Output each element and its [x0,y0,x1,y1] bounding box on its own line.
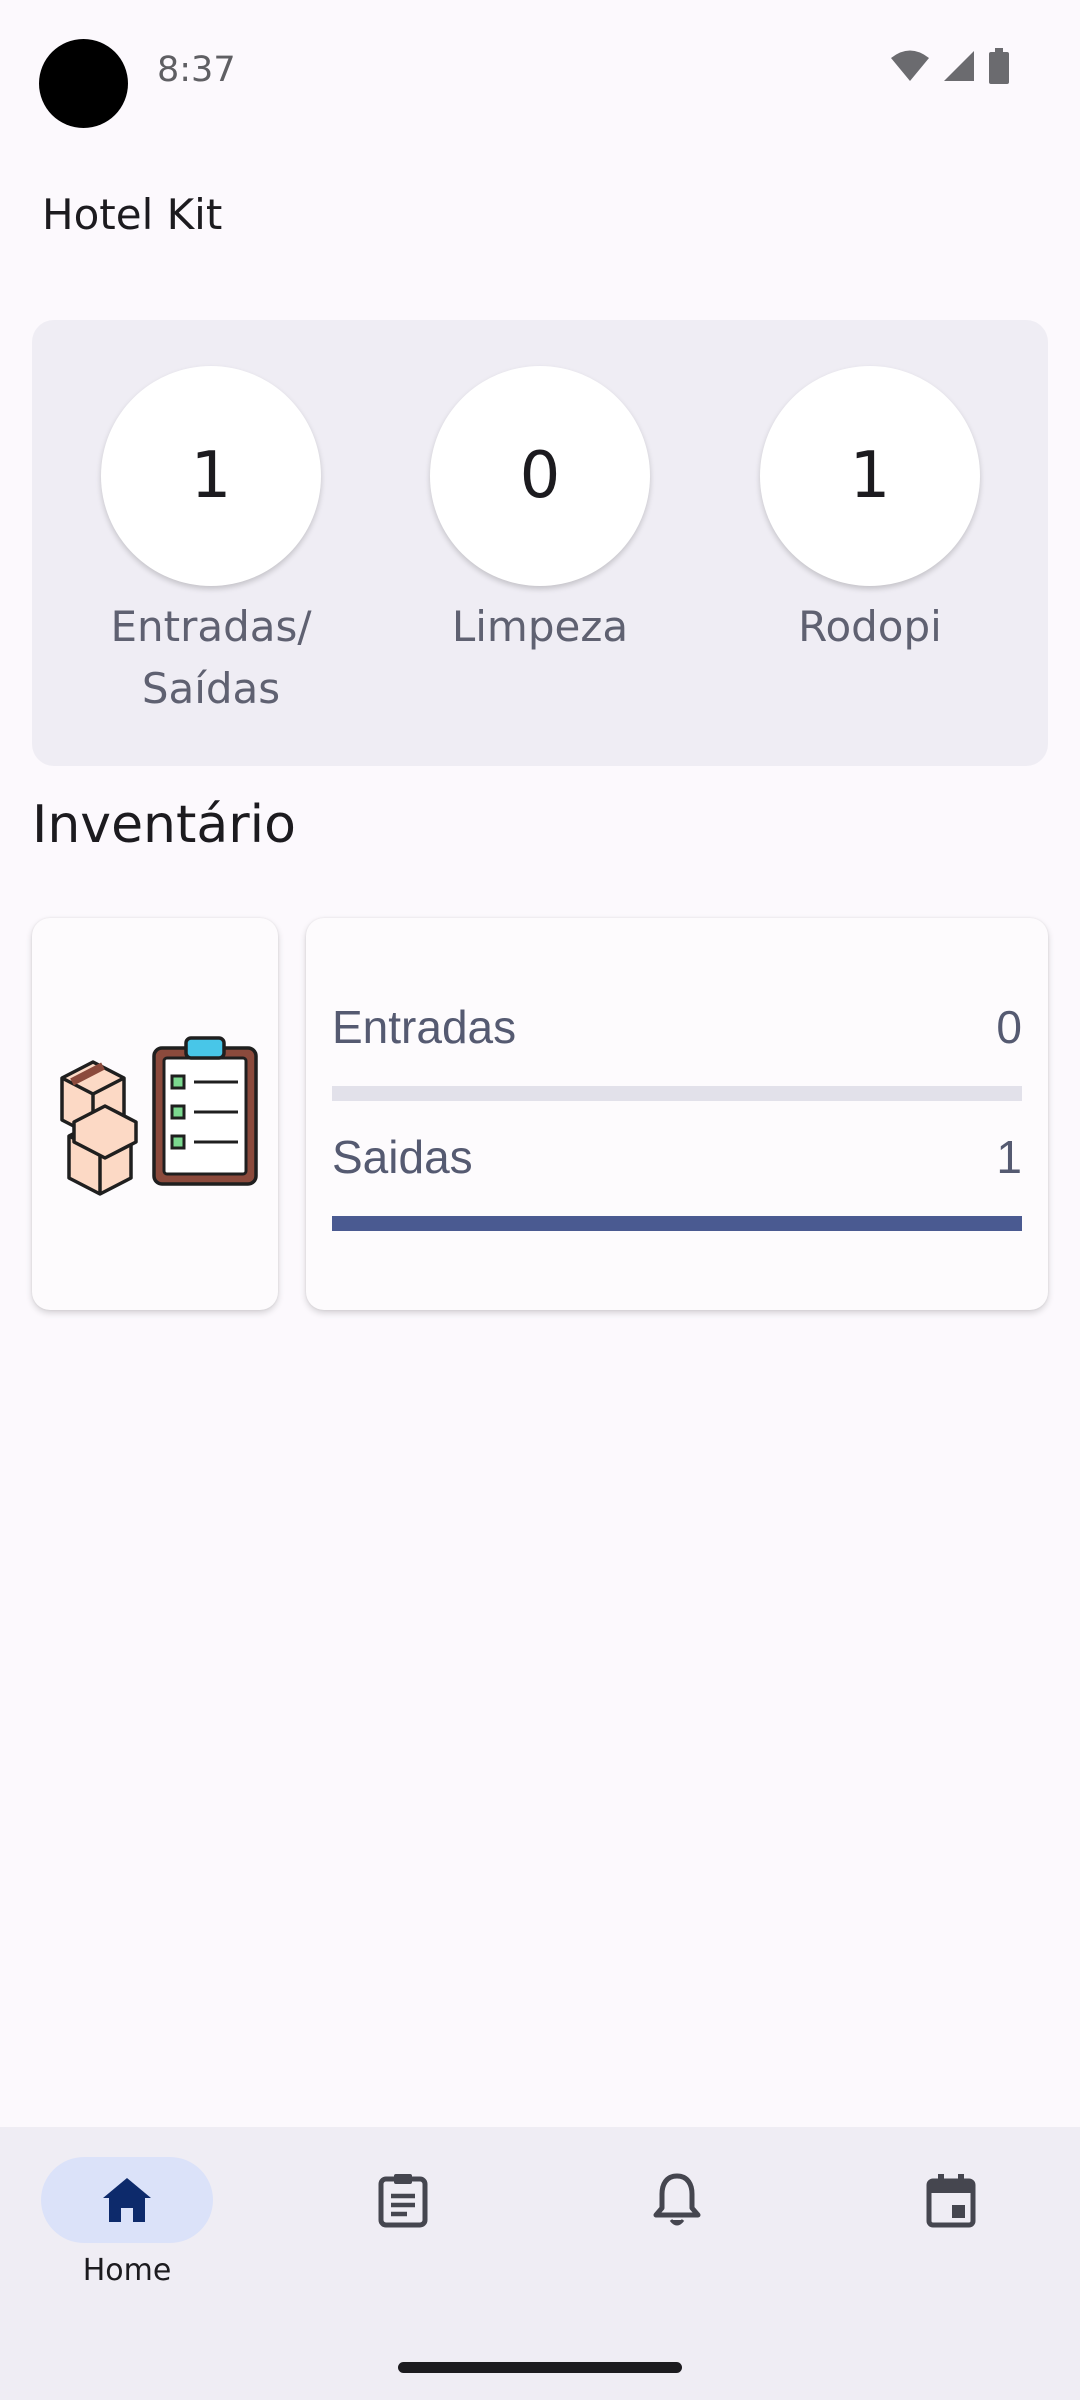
bell-icon [653,2173,701,2226]
stat-value: 0 [430,366,650,586]
inventory-stats-card[interactable]: Entradas 0 Saidas 1 [306,918,1048,1310]
stat-rodopi[interactable]: 1 Rodopi [720,366,1020,658]
screen: 8:37 Hotel Kit 1 Entradas/ Saídas 0 Limp… [0,0,1080,2400]
nav-pill [41,2157,213,2243]
nav-pill [865,2157,1037,2243]
stat-label-text: Entradas/ Saídas [110,602,312,713]
wifi-icon [891,50,929,81]
inventory-title: Inventário [32,795,296,855]
progress-bar-saidas [332,1216,1022,1231]
home-icon [103,2178,151,2222]
nav-label: Home [82,2253,172,2288]
progress-bar-entradas [332,1086,1022,1101]
progress-fill [332,1216,1022,1231]
inventory-row-entradas: Entradas 0 [332,1000,1022,1054]
nav-item-home[interactable]: Home [0,2157,262,2288]
row-label: Saidas [332,1131,473,1183]
bottom-navigation: Home [0,2127,1080,2400]
stats-panel: 1 Entradas/ Saídas 0 Limpeza 1 Rodopi [32,320,1048,766]
battery-icon [989,48,1009,84]
calendar-icon [926,2174,976,2228]
front-camera [39,39,128,128]
signal-icon [944,51,974,81]
gesture-handle[interactable] [398,2362,682,2373]
nav-pill [591,2157,763,2243]
app-title: Hotel Kit [42,190,223,239]
status-icons [890,48,1010,84]
stat-entradas-saidas[interactable]: 1 Entradas/ Saídas [61,366,361,720]
clipboard-icon [378,2174,428,2228]
row-label: Entradas [332,1001,517,1053]
stat-limpeza[interactable]: 0 Limpeza [390,366,690,658]
stat-label: Entradas/ Saídas [61,596,361,720]
inventory-boxes-clipboard-icon [60,1036,258,1196]
stat-value: 1 [101,366,321,586]
row-value: 1 [996,1131,1022,1183]
nav-item-notifications[interactable] [542,2157,812,2243]
nav-item-calendar[interactable] [816,2157,1080,2243]
stat-label: Limpeza [451,602,629,651]
nav-pill [317,2157,489,2243]
stat-value: 1 [760,366,980,586]
status-time: 8:37 [157,50,236,90]
stat-label: Rodopi [798,602,942,651]
inventory-image-card[interactable] [32,918,278,1310]
row-value: 0 [996,1001,1022,1053]
nav-item-clipboard[interactable] [268,2157,538,2243]
inventory-row-saidas: Saidas 1 [332,1130,1022,1184]
